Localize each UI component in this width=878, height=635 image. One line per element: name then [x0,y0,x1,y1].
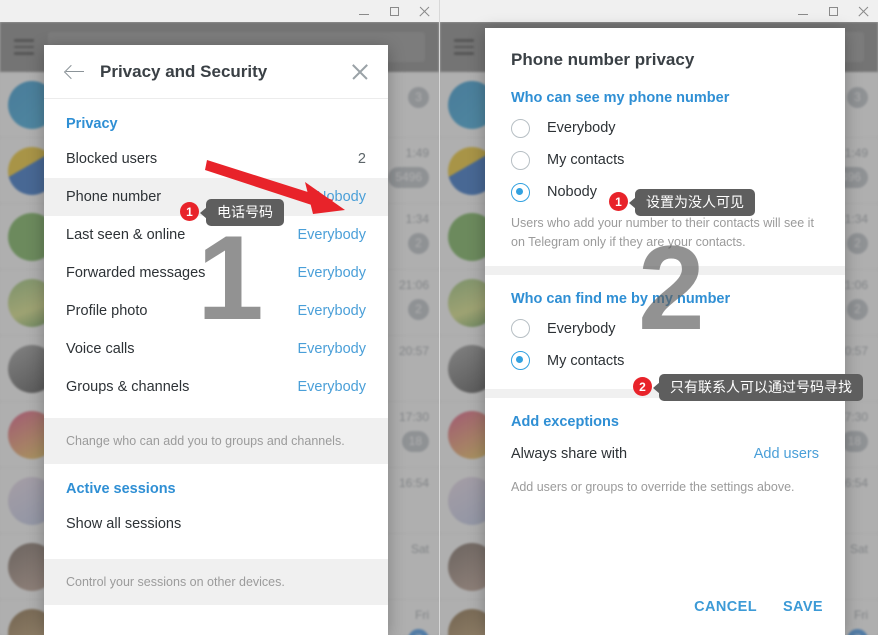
pref-row-phone-number[interactable]: Phone number Nobody [44,178,388,216]
note-groups-and-channels: Change who can add you to groups and cha… [44,418,388,465]
titlebar-left [0,0,439,22]
note-exceptions: Add users or groups to override the sett… [511,479,795,494]
section-heading-privacy: Privacy [66,116,118,132]
add-users-button[interactable]: Add users [754,446,819,462]
pref-label: Phone number [66,189,162,205]
close-icon[interactable] [848,0,878,22]
pref-row-last-seen-online[interactable]: Last seen & online Everybody [44,216,388,254]
divider [485,388,845,398]
pref-label: Last seen & online [66,227,186,243]
row-always-share-with[interactable]: Always share with Add users [485,436,845,472]
pref-label: Groups & channels [66,379,190,395]
pref-value: Nobody [316,189,366,205]
radio-label: Everybody [547,120,616,136]
sessions-section: Active sessions Show all sessions [44,464,388,560]
pref-row-show-all-sessions[interactable]: Show all sessions [44,505,388,543]
pref-value: Everybody [297,341,366,357]
pref-value: Everybody [297,303,366,319]
screen-root: e... 3 1:49 5496 1:34 [0,0,878,635]
save-button[interactable]: SAVE [783,599,823,615]
dialog-actions: CANCEL SAVE [694,599,823,615]
radio-icon[interactable] [511,150,530,170]
page-title: Privacy and Security [100,61,268,81]
radio-icon[interactable] [511,319,530,338]
pref-row-groups-and-channels[interactable]: Groups & channels Everybody [44,368,388,406]
radio-option-see-nobody[interactable]: Nobody [485,176,845,208]
minimize-icon[interactable] [349,0,379,22]
maximize-icon[interactable] [379,0,409,22]
section-heading-add-exceptions: Add exceptions [511,413,619,430]
radio-icon[interactable] [511,118,530,138]
pref-label: Profile photo [66,303,148,319]
note-who-can-see: Users who add your number to their conta… [511,216,814,249]
radio-label: Nobody [547,184,597,200]
dialog-header: Privacy and Security [44,45,388,99]
radio-icon-selected[interactable] [511,182,530,202]
section-heading-active-sessions: Active sessions [66,481,176,498]
privacy-and-security-dialog: Privacy and Security Privacy Blocked use… [44,45,388,635]
window-left: e... 3 1:49 5496 1:34 [0,0,439,635]
back-arrow-icon[interactable] [64,61,86,83]
pref-label: Forwarded messages [66,265,206,281]
note-sessions: Control your sessions on other devices. [44,559,388,606]
pref-value: Everybody [297,379,366,395]
maximize-icon[interactable] [818,0,848,22]
radio-option-see-everybody[interactable]: Everybody [485,112,845,144]
pref-row-blocked-users[interactable]: Blocked users 2 [44,140,388,178]
pref-row-forwarded-messages[interactable]: Forwarded messages Everybody [44,254,388,292]
window-right: e... 3 1:49 5496 1:34 [439,0,878,635]
section-heading-who-can-see: Who can see my phone number [511,90,730,106]
divider [485,265,845,275]
radio-option-see-my-contacts[interactable]: My contacts [485,144,845,176]
share-label: Always share with [511,445,628,462]
cancel-button[interactable]: CANCEL [694,599,757,615]
close-icon[interactable] [409,0,439,22]
radio-label: My contacts [547,152,625,168]
pref-label: Show all sessions [66,516,182,533]
pref-row-voice-calls[interactable]: Voice calls Everybody [44,330,388,368]
radio-icon-selected[interactable] [511,351,530,370]
dialog-title: Phone number privacy [511,50,695,69]
radio-option-find-everybody[interactable]: Everybody [485,313,845,345]
titlebar-right [440,0,878,22]
section-heading-who-can-find: Who can find me by my number [511,290,731,307]
pref-value: 2 [357,151,366,167]
pref-value: Everybody [297,265,366,281]
radio-label: My contacts [547,352,625,369]
pref-label: Blocked users [66,151,158,167]
radio-label: Everybody [547,320,616,337]
minimize-icon[interactable] [788,0,818,22]
phone-number-privacy-dialog: Phone number privacy Who can see my phon… [485,28,845,635]
privacy-section: Privacy Blocked users 2 Phone number Nob… [44,99,388,418]
pref-value: Everybody [297,227,366,243]
close-icon[interactable] [350,62,370,82]
pref-label: Voice calls [66,341,135,357]
pref-row-profile-photo[interactable]: Profile photo Everybody [44,292,388,330]
radio-option-find-my-contacts[interactable]: My contacts [485,345,845,377]
